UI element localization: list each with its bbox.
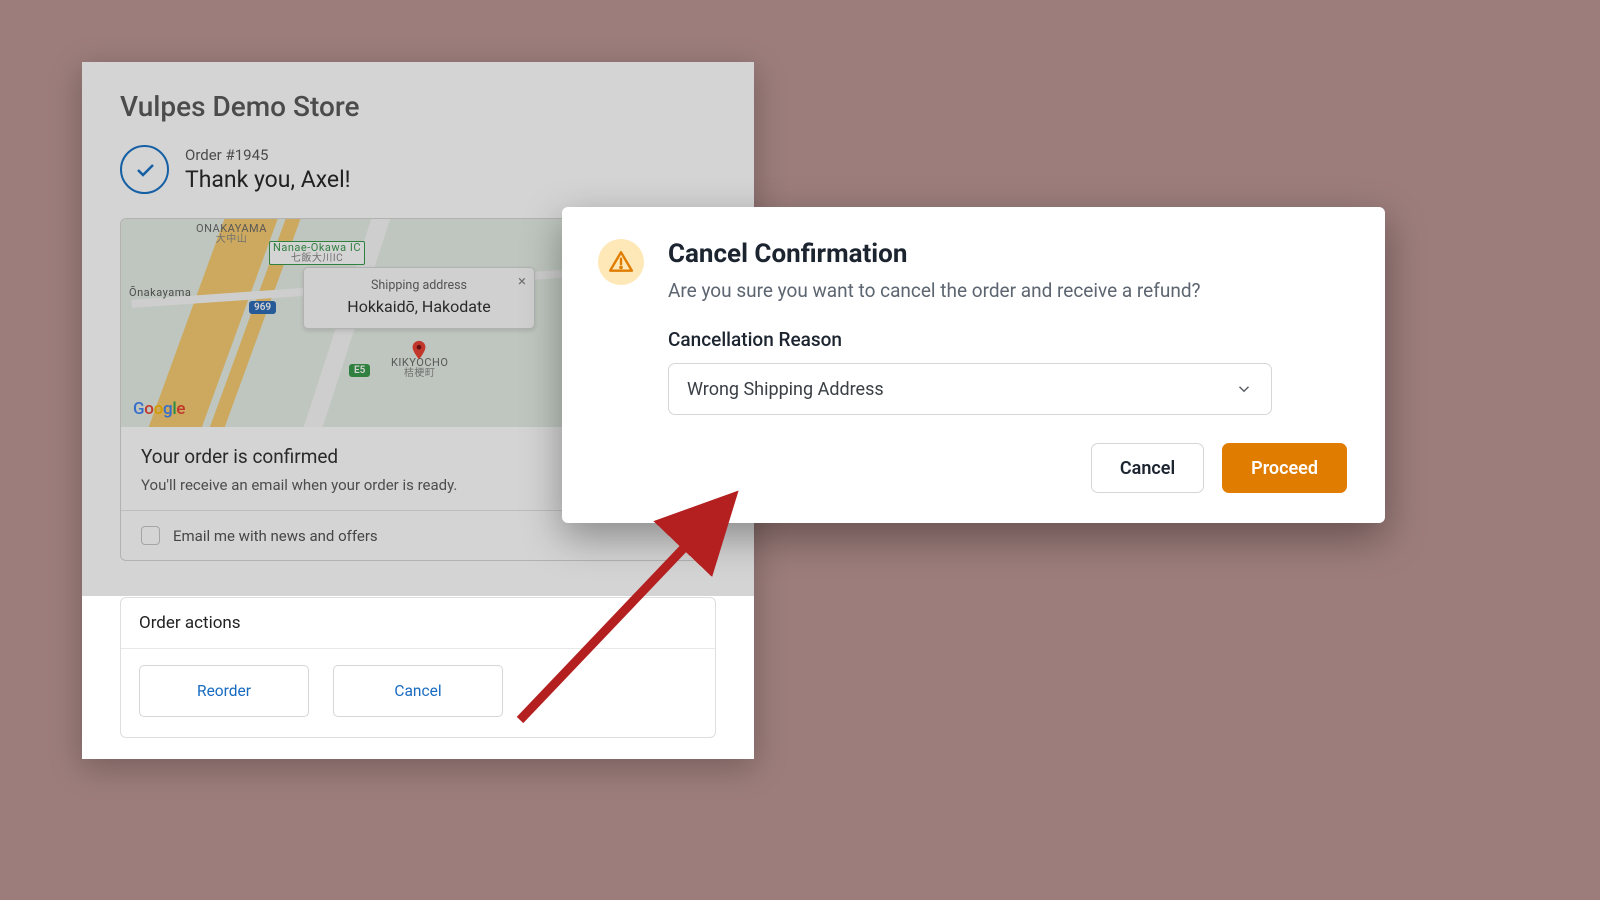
reorder-button[interactable]: Reorder [139, 665, 309, 717]
modal-title: Cancel Confirmation [668, 239, 1201, 269]
map-pin-icon [408, 339, 430, 361]
modal-cancel-button[interactable]: Cancel [1091, 443, 1204, 493]
route-shield: E5 [349, 364, 370, 377]
cancellation-reason-label: Cancellation Reason [668, 328, 1347, 351]
order-actions-card: Order actions Reorder Cancel [120, 597, 716, 738]
shipping-popup-address: Hokkaidō, Hakodate [318, 297, 520, 316]
thank-you-heading: Thank you, Axel! [185, 166, 351, 193]
store-name: Vulpes Demo Store [120, 90, 716, 123]
order-number: Order #1945 [185, 146, 351, 164]
cancellation-reason-value: Wrong Shipping Address [687, 379, 884, 400]
order-actions-heading: Order actions [121, 598, 715, 649]
newsletter-label: Email me with news and offers [173, 527, 378, 545]
order-header: Order #1945 Thank you, Axel! [120, 145, 716, 194]
cancel-confirmation-modal: Cancel Confirmation Are you sure you wan… [562, 207, 1385, 523]
close-icon[interactable]: × [518, 272, 526, 290]
map-place-label: ONAKAYAMA大中山 [196, 223, 267, 245]
cancel-order-button[interactable]: Cancel [333, 665, 503, 717]
cancellation-reason-select[interactable]: Wrong Shipping Address [668, 363, 1272, 415]
modal-subtitle: Are you sure you want to cancel the orde… [668, 279, 1201, 302]
checkmark-icon [120, 145, 169, 194]
shipping-popup-title: Shipping address [318, 278, 520, 293]
modal-proceed-button[interactable]: Proceed [1222, 443, 1347, 493]
shipping-address-popup: × Shipping address Hokkaidō, Hakodate [303, 267, 535, 329]
chevron-down-icon [1235, 380, 1253, 398]
warning-icon [598, 239, 644, 285]
map-place-label: Nanae-Okawa IC七飯大川IC [269, 241, 365, 265]
google-logo: Google [133, 399, 185, 419]
route-shield: 969 [249, 301, 276, 314]
newsletter-checkbox[interactable] [141, 526, 160, 545]
map-place-label: Ōnakayama [129, 287, 191, 298]
